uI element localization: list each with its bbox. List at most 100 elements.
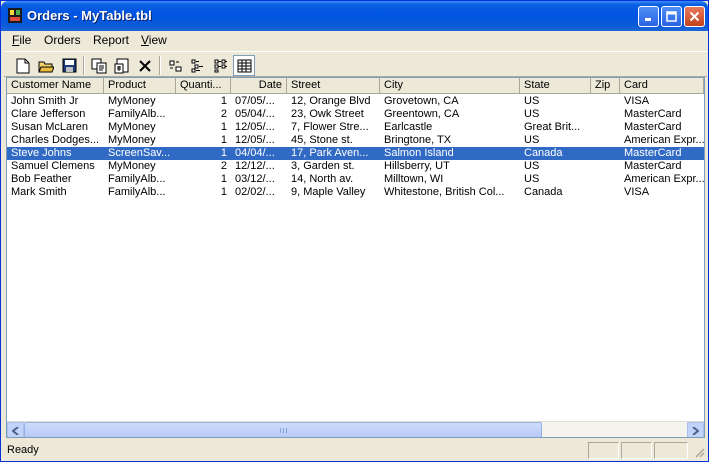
small-icons-view-button[interactable] <box>187 55 209 76</box>
cell-state: US <box>524 108 540 120</box>
column-header-date[interactable]: Date <box>231 78 287 94</box>
cell-quantity: 1 <box>220 147 227 159</box>
cell-customer-name: Susan McLaren <box>11 121 89 133</box>
minimize-button[interactable] <box>638 6 659 27</box>
close-button[interactable] <box>684 6 705 27</box>
cell-customer-name: Mark Smith <box>11 186 67 198</box>
cell-card: American Expr... <box>624 134 704 146</box>
cell-state: US <box>524 173 540 185</box>
cell-street: 23, Owk Street <box>291 108 364 120</box>
column-header-street[interactable]: Street <box>287 78 380 94</box>
column-header-city[interactable]: City <box>380 78 520 94</box>
column-header-card[interactable]: Card <box>620 78 704 94</box>
cell-zip <box>591 121 620 134</box>
table-row[interactable]: John Smith Jr MyMoney 1 07/05/... 12, Or… <box>7 95 704 108</box>
cell-product: FamilyAlb... <box>108 173 166 185</box>
cell-customer-name: Bob Feather <box>11 173 72 185</box>
cell-zip <box>591 108 620 121</box>
cell-card: MasterCard <box>624 108 682 120</box>
cell-date: 02/02/... <box>235 186 275 198</box>
cell-customer-name: Samuel Clemens <box>11 160 95 172</box>
delete-button[interactable] <box>134 55 156 76</box>
horizontal-scrollbar[interactable] <box>7 421 704 437</box>
scroll-left-button[interactable] <box>7 422 24 437</box>
toolbar-separator <box>83 56 85 75</box>
cell-city: Hillsberry, UT <box>384 160 450 172</box>
arrow-left-icon <box>12 426 19 435</box>
new-button[interactable] <box>12 55 34 76</box>
details-view-button[interactable] <box>233 55 255 76</box>
cell-state: US <box>524 160 540 172</box>
cell-state: Canada <box>524 186 563 198</box>
details-view-icon <box>237 59 251 72</box>
app-icon[interactable] <box>7 7 23 24</box>
menu-report[interactable]: Report <box>93 33 129 47</box>
cell-city: Earlcastle <box>384 121 433 133</box>
toolbar <box>4 51 707 77</box>
table-row[interactable]: Samuel Clemens MyMoney 2 12/12/... 3, Ga… <box>7 160 704 173</box>
maximize-icon <box>666 11 677 22</box>
cell-zip <box>591 173 620 186</box>
cell-product: MyMoney <box>108 160 156 172</box>
cell-date: 12/05/... <box>235 121 275 133</box>
grip-icon <box>279 428 287 433</box>
menu-file[interactable]: File <box>12 33 31 47</box>
cell-street: 7, Flower Stre... <box>291 121 369 133</box>
cell-zip <box>591 134 620 147</box>
table-row[interactable]: Clare Jefferson FamilyAlb... 2 05/04/...… <box>7 108 704 121</box>
cell-date: 12/12/... <box>235 160 275 172</box>
resize-grip-icon[interactable] <box>693 446 705 458</box>
copy-icon <box>91 58 107 73</box>
menu-orders[interactable]: Orders <box>44 33 81 47</box>
large-icons-view-icon <box>169 60 182 71</box>
small-icons-view-icon <box>191 59 203 72</box>
column-header-customer-name[interactable]: Customer Name <box>7 78 104 94</box>
list-view-icon <box>214 59 227 72</box>
cell-state: Canada <box>524 147 563 159</box>
cell-product: ScreenSav... <box>108 147 171 159</box>
maximize-button[interactable] <box>661 6 682 27</box>
column-header-quantity[interactable]: Quanti... <box>176 78 231 94</box>
cell-quantity: 1 <box>220 186 227 198</box>
large-icons-view-button[interactable] <box>164 55 186 76</box>
column-header-product[interactable]: Product <box>104 78 176 94</box>
cell-card: VISA <box>624 95 650 107</box>
app-window: Orders - MyTable.tbl File Orders Report … <box>0 0 709 462</box>
minimize-icon <box>645 18 651 21</box>
table-row[interactable]: Bob Feather FamilyAlb... 1 03/12/... 14,… <box>7 173 704 186</box>
cell-state: Great Brit... <box>524 121 581 133</box>
cell-product: MyMoney <box>108 95 156 107</box>
cell-street: 17, Park Aven... <box>291 147 369 159</box>
title-bar[interactable]: Orders - MyTable.tbl <box>1 1 708 31</box>
cell-quantity: 1 <box>220 173 227 185</box>
copy-button[interactable] <box>88 55 110 76</box>
cell-date: 05/04/... <box>235 108 275 120</box>
table-header: Customer Name Product Quanti... Date Str… <box>7 78 704 94</box>
cell-city: Salmon Island <box>384 147 454 159</box>
open-button[interactable] <box>35 55 57 76</box>
table-row[interactable]: Susan McLaren MyMoney 1 12/05/... 7, Flo… <box>7 121 704 134</box>
table-row[interactable]: Mark Smith FamilyAlb... 1 02/02/... 9, M… <box>7 186 704 199</box>
cell-street: 12, Orange Blvd <box>291 95 371 107</box>
table-row-selected[interactable]: Steve Johns ScreenSav... 1 04/04/... 17,… <box>7 147 704 160</box>
cell-quantity: 2 <box>220 108 227 120</box>
cell-date: 03/12/... <box>235 173 275 185</box>
save-icon <box>62 58 76 73</box>
properties-button[interactable] <box>111 55 133 76</box>
save-button[interactable] <box>58 55 80 76</box>
menu-view[interactable]: View <box>141 33 167 47</box>
cell-product: FamilyAlb... <box>108 186 166 198</box>
list-view-button[interactable] <box>210 55 232 76</box>
cell-quantity: 2 <box>220 160 227 172</box>
column-header-state[interactable]: State <box>520 78 591 94</box>
cell-zip <box>591 147 620 160</box>
cell-street: 9, Maple Valley <box>291 186 366 198</box>
scroll-right-button[interactable] <box>687 422 704 437</box>
new-document-icon <box>16 58 30 73</box>
cell-zip <box>591 186 620 199</box>
scroll-thumb[interactable] <box>24 422 542 437</box>
table-row[interactable]: Charles Dodges... MyMoney 1 12/05/... 45… <box>7 134 704 147</box>
status-pane <box>621 442 652 459</box>
column-header-zip[interactable]: Zip <box>591 78 620 94</box>
toolbar-separator <box>159 56 161 75</box>
